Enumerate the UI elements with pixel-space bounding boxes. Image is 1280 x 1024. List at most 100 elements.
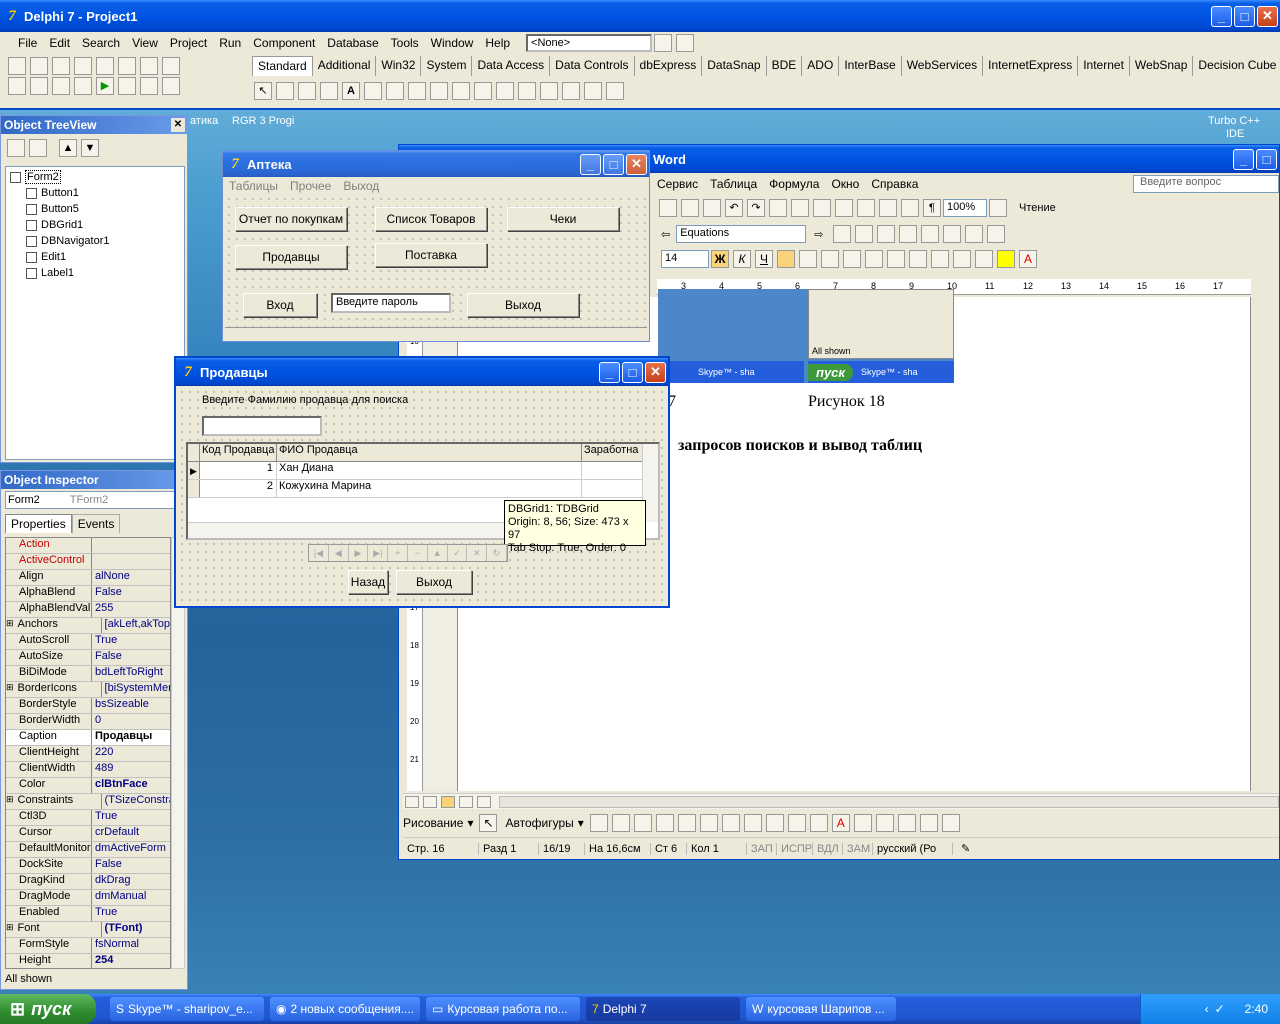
label-component-icon[interactable]: A	[342, 82, 360, 100]
palette-tab[interactable]: InterBase	[839, 56, 902, 76]
property-value[interactable]: (TSizeConstrain	[102, 794, 170, 809]
property-value[interactable]: bsSizeable	[92, 698, 170, 713]
normal-view-icon[interactable]	[405, 795, 419, 808]
expand-icon[interactable]: ⊞	[6, 922, 14, 937]
memo-icon[interactable]	[386, 82, 404, 100]
menu-tools[interactable]: Tools	[385, 36, 425, 50]
property-value[interactable]: bdLeftToRight	[92, 666, 170, 681]
palette-tab[interactable]: Decision Cube	[1193, 56, 1276, 76]
property-value[interactable]: True	[92, 810, 170, 825]
equation-tool-icon[interactable]	[965, 225, 984, 243]
menu-database[interactable]: Database	[321, 36, 384, 50]
menu-project[interactable]: Project	[164, 36, 213, 50]
purchases-report-button[interactable]: Отчет по покупкам	[235, 207, 347, 231]
inspector-row[interactable]: ⊞ Anchors [akLeft,akTop]	[6, 618, 170, 634]
arrow-style-icon[interactable]	[897, 814, 916, 832]
numbering-icon[interactable]	[887, 250, 905, 268]
inspector-object-combo[interactable]: Form2 TForm2	[5, 491, 183, 509]
inspector-row[interactable]: Color clBtnFace	[6, 778, 170, 794]
tree-item[interactable]: Button5	[8, 201, 182, 217]
property-value[interactable]: (TFont)	[102, 922, 170, 937]
palette-tab[interactable]: DataSnap	[702, 56, 767, 76]
tree-item[interactable]: DBGrid1	[8, 217, 182, 233]
inspector-row[interactable]: Enabled True	[6, 906, 170, 922]
underline-icon[interactable]: Ч	[755, 250, 773, 268]
clock[interactable]: 2:40	[1245, 1002, 1268, 1016]
drawing-menu[interactable]: Рисование	[403, 816, 463, 830]
expand-icon[interactable]: ⊞	[6, 618, 14, 633]
equation-tool-icon[interactable]	[833, 225, 852, 243]
property-value[interactable]: 254	[92, 954, 170, 968]
listbox-icon[interactable]	[474, 82, 492, 100]
seller-search-input[interactable]	[202, 416, 322, 436]
supply-button[interactable]: Поставка	[375, 243, 487, 267]
radio-button-icon[interactable]	[452, 82, 470, 100]
inspector-row[interactable]: ⊞BorderIcons[biSystemMenu,	[6, 682, 170, 698]
run-icon[interactable]: ▶	[96, 77, 114, 95]
move-down-icon[interactable]: ▼	[81, 139, 99, 157]
save-desktop-icon[interactable]	[654, 34, 673, 52]
menu-edit[interactable]: Edit	[43, 36, 76, 50]
property-value[interactable]: 255	[92, 602, 170, 617]
doc-map-icon[interactable]	[901, 199, 919, 217]
popup-menu-icon[interactable]	[320, 82, 338, 100]
expand-icon[interactable]: ⊞	[6, 682, 14, 697]
inspector-row[interactable]: FormStyle fsNormal	[6, 938, 170, 954]
italic-icon[interactable]: К	[733, 250, 751, 268]
palette-tab[interactable]: ADO	[802, 56, 840, 76]
copy-icon[interactable]	[659, 199, 677, 217]
tab-properties[interactable]: Properties	[5, 514, 72, 533]
inspector-row[interactable]: DefaultMonitor dmActiveForm	[6, 842, 170, 858]
paste-icon[interactable]	[681, 199, 699, 217]
trace-into-icon[interactable]	[140, 77, 158, 95]
view-form-icon[interactable]	[30, 77, 48, 95]
tree-item[interactable]: Button1	[8, 185, 182, 201]
property-value[interactable]: dmActiveForm	[92, 842, 170, 857]
equation-tool-icon[interactable]	[855, 225, 874, 243]
inspector-row[interactable]: ⊞Constraints(TSizeConstrain	[6, 794, 170, 810]
radiogroup-icon[interactable]	[562, 82, 580, 100]
actionlist-icon[interactable]	[606, 82, 624, 100]
combobox-icon[interactable]	[496, 82, 514, 100]
font-color-icon[interactable]: A	[1019, 250, 1037, 268]
property-value[interactable]: fsNormal	[92, 938, 170, 953]
nav-prior-icon[interactable]: ◀	[329, 545, 349, 561]
minimize-icon[interactable]: _	[580, 153, 601, 175]
inspector-row[interactable]: ClientHeight 220	[6, 746, 170, 762]
nav-post-icon[interactable]: ✓	[448, 545, 468, 561]
delphi-title-bar[interactable]: 7 Delphi 7 - Project1 _ □ ✕	[0, 0, 1280, 32]
new-form-icon[interactable]	[74, 77, 92, 95]
maximize-icon[interactable]: □	[1256, 148, 1277, 170]
insert-excel-icon[interactable]	[835, 199, 853, 217]
menu-view[interactable]: View	[126, 36, 164, 50]
inspector-row[interactable]: AutoSize False	[6, 650, 170, 666]
desktop-icon-label[interactable]: атика	[190, 115, 218, 127]
new-icon[interactable]	[8, 57, 26, 75]
print-view-icon[interactable]	[441, 795, 455, 808]
line-style-icon[interactable]	[853, 814, 872, 832]
view-unit-icon[interactable]	[8, 77, 26, 95]
property-value[interactable]	[92, 554, 170, 569]
horizontal-scrollbar[interactable]	[499, 795, 1279, 808]
pause-icon[interactable]	[118, 77, 136, 95]
property-value[interactable]: [akLeft,akTop]	[102, 618, 170, 633]
justify-icon[interactable]	[843, 250, 861, 268]
table-row[interactable]: ▶ 1 Хан Диана	[188, 462, 658, 480]
scrollbar-icon[interactable]	[518, 82, 536, 100]
property-value[interactable]: 489	[92, 762, 170, 777]
word-menu-window[interactable]: Окно	[825, 177, 865, 191]
bold-icon[interactable]: Ж	[711, 250, 729, 268]
nav-cancel-icon[interactable]: ✕	[467, 545, 488, 561]
inspector-row[interactable]: Cursor crDefault	[6, 826, 170, 842]
sellers-exit-button[interactable]: Выход	[396, 570, 472, 594]
open-project-icon[interactable]	[96, 57, 114, 75]
nav-insert-icon[interactable]: +	[388, 545, 408, 561]
menu-search[interactable]: Search	[76, 36, 126, 50]
reading-mode-button[interactable]: Чтение	[1019, 202, 1056, 214]
main-menu-icon[interactable]	[298, 82, 316, 100]
autoshapes-menu[interactable]: Автофигуры	[505, 816, 573, 830]
minimize-icon[interactable]: _	[1233, 148, 1254, 170]
add-file-icon[interactable]	[118, 57, 136, 75]
tree-item[interactable]: Label1	[8, 265, 182, 281]
tables-borders-icon[interactable]	[791, 199, 809, 217]
